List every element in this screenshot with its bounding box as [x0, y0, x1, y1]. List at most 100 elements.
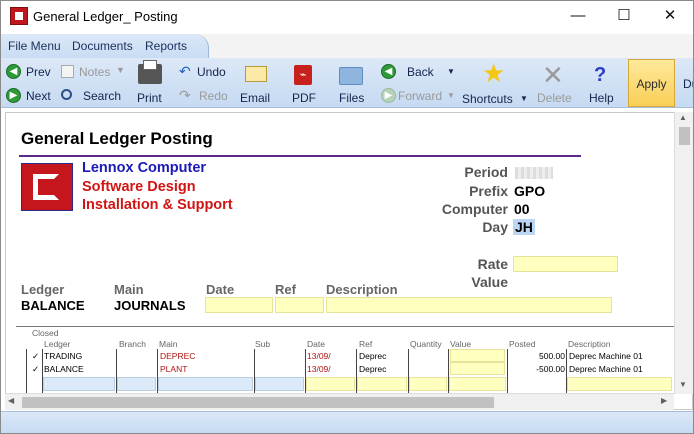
printer-paper-icon [143, 60, 157, 70]
row-date[interactable]: 13/09/ [307, 364, 331, 374]
minimize-button[interactable]: — [555, 1, 601, 33]
window-title: General Ledger_ Posting [33, 9, 178, 24]
scroll-left-icon[interactable]: ◀ [8, 396, 14, 405]
scroll-right-icon[interactable]: ▶ [661, 396, 667, 405]
row-date[interactable]: 13/09/ [307, 351, 331, 361]
new-sub-cell[interactable] [255, 377, 304, 391]
toolbar-overflow-button[interactable]: Du [683, 77, 693, 91]
grid-header-ledger: Ledger [44, 339, 71, 349]
row-ledger[interactable]: TRADING [44, 351, 82, 361]
forward-button[interactable]: Forward [398, 89, 442, 103]
grid-header-sub: Sub [255, 339, 271, 349]
title-bar: General Ledger_ Posting — ☐ ✕ [1, 1, 693, 33]
vertical-scrollbar[interactable]: ▲ ▼ [674, 112, 693, 394]
folder-icon [339, 67, 363, 85]
grid-header-quantity: Quantity [410, 339, 442, 349]
main-value[interactable]: JOURNALS [114, 298, 186, 313]
company-name-line3: Installation & Support [82, 197, 233, 213]
apply-button[interactable]: Apply [628, 59, 675, 107]
maximize-button[interactable]: ☐ [601, 1, 647, 33]
delete-x-icon: ✕ [542, 60, 564, 90]
notes-dropdown-icon[interactable]: ▼ [116, 65, 125, 75]
row-posted: -500.00 [536, 364, 565, 374]
period-value-redacted [515, 167, 553, 179]
horizontal-scrollbar[interactable]: ◀ ▶ [5, 393, 674, 410]
row-description[interactable]: Deprec Machine 01 [569, 364, 643, 374]
row-posted: 500.00 [539, 351, 565, 361]
date-input[interactable] [205, 297, 273, 313]
undo-icon: ↶ [179, 63, 191, 79]
description-label: Description [326, 282, 398, 297]
grid-col-line [26, 349, 27, 393]
row-ref[interactable]: Deprec [359, 364, 386, 374]
row-main[interactable]: PLANT [160, 364, 187, 374]
new-branch-cell[interactable] [117, 377, 156, 391]
new-ledger-cell[interactable] [43, 377, 115, 391]
scroll-up-icon[interactable]: ▲ [679, 113, 687, 122]
vertical-scroll-thumb[interactable] [679, 127, 690, 145]
forward-arrow-icon: ▶ [381, 88, 396, 103]
shortcuts-button[interactable]: Shortcuts [462, 92, 513, 106]
email-button[interactable]: Email [240, 91, 270, 105]
menu-file[interactable]: File Menu [8, 39, 61, 53]
menu-reports[interactable]: Reports [145, 39, 187, 53]
grid-header-ref: Ref [359, 339, 373, 349]
prev-arrow-icon: ◀ [6, 64, 21, 79]
grid-header-main: Main [159, 339, 178, 349]
files-button[interactable]: Files [339, 91, 364, 105]
help-button[interactable]: Help [589, 91, 614, 105]
company-name-line2: Software Design [82, 179, 196, 195]
next-button[interactable]: Next [26, 89, 51, 103]
day-label: Day [482, 219, 508, 235]
close-button[interactable]: ✕ [647, 1, 693, 33]
back-dropdown-icon[interactable]: ▼ [447, 67, 455, 76]
new-value-cell[interactable] [449, 377, 506, 391]
rate-label: Rate [477, 256, 508, 272]
new-quantity-cell[interactable] [409, 377, 447, 391]
ledger-value[interactable]: BALANCE [21, 298, 85, 313]
new-main-cell[interactable] [158, 377, 253, 391]
menu-bar: File Menu Documents Reports [1, 34, 693, 58]
notes-button[interactable]: Notes [79, 65, 110, 79]
grid-header-description: Description [568, 339, 611, 349]
forward-dropdown-icon[interactable]: ▼ [447, 91, 455, 100]
title-divider [19, 155, 581, 157]
back-arrow-icon: ◀ [381, 64, 396, 79]
description-input[interactable] [326, 297, 612, 313]
grid-col-line [507, 349, 508, 393]
computer-label: Computer [441, 201, 508, 217]
prev-button[interactable]: Prev [26, 65, 51, 79]
row-description[interactable]: Deprec Machine 01 [569, 351, 643, 361]
pdf-button[interactable]: PDF [292, 91, 316, 105]
back-button[interactable]: Back [407, 65, 434, 79]
next-arrow-icon: ▶ [6, 88, 21, 103]
new-description-cell[interactable] [567, 377, 672, 391]
undo-button[interactable]: Undo [197, 65, 226, 79]
date-label: Date [206, 282, 235, 297]
scroll-down-icon[interactable]: ▼ [679, 380, 687, 389]
day-value[interactable]: JH [513, 219, 535, 235]
row-closed-check[interactable]: ✓ [32, 364, 39, 375]
row-ref[interactable]: Deprec [359, 351, 386, 361]
prefix-value: GPO [514, 183, 546, 199]
ref-input[interactable] [275, 297, 324, 313]
redo-button[interactable]: Redo [199, 89, 228, 103]
row-closed-check[interactable]: ✓ [32, 351, 39, 362]
company-logo-icon [21, 163, 73, 211]
shortcuts-dropdown-icon[interactable]: ▼ [520, 94, 528, 103]
new-ref-cell[interactable] [357, 377, 407, 391]
search-button[interactable]: Search [83, 89, 121, 103]
horizontal-scroll-thumb[interactable] [22, 397, 494, 408]
row-main[interactable]: DEPREC [160, 351, 195, 361]
grid-header-date: Date [307, 339, 325, 349]
row-value-cell[interactable] [450, 362, 505, 375]
pdf-icon: ⌁ [294, 65, 312, 85]
row-value-cell[interactable] [450, 349, 505, 362]
delete-button[interactable]: Delete [537, 91, 572, 105]
value-label: Value [471, 274, 508, 290]
row-ledger[interactable]: BALANCE [44, 364, 84, 374]
print-button[interactable]: Print [137, 91, 162, 105]
rate-input[interactable] [513, 256, 618, 272]
menu-documents[interactable]: Documents [72, 39, 133, 53]
new-date-cell[interactable] [306, 377, 355, 391]
